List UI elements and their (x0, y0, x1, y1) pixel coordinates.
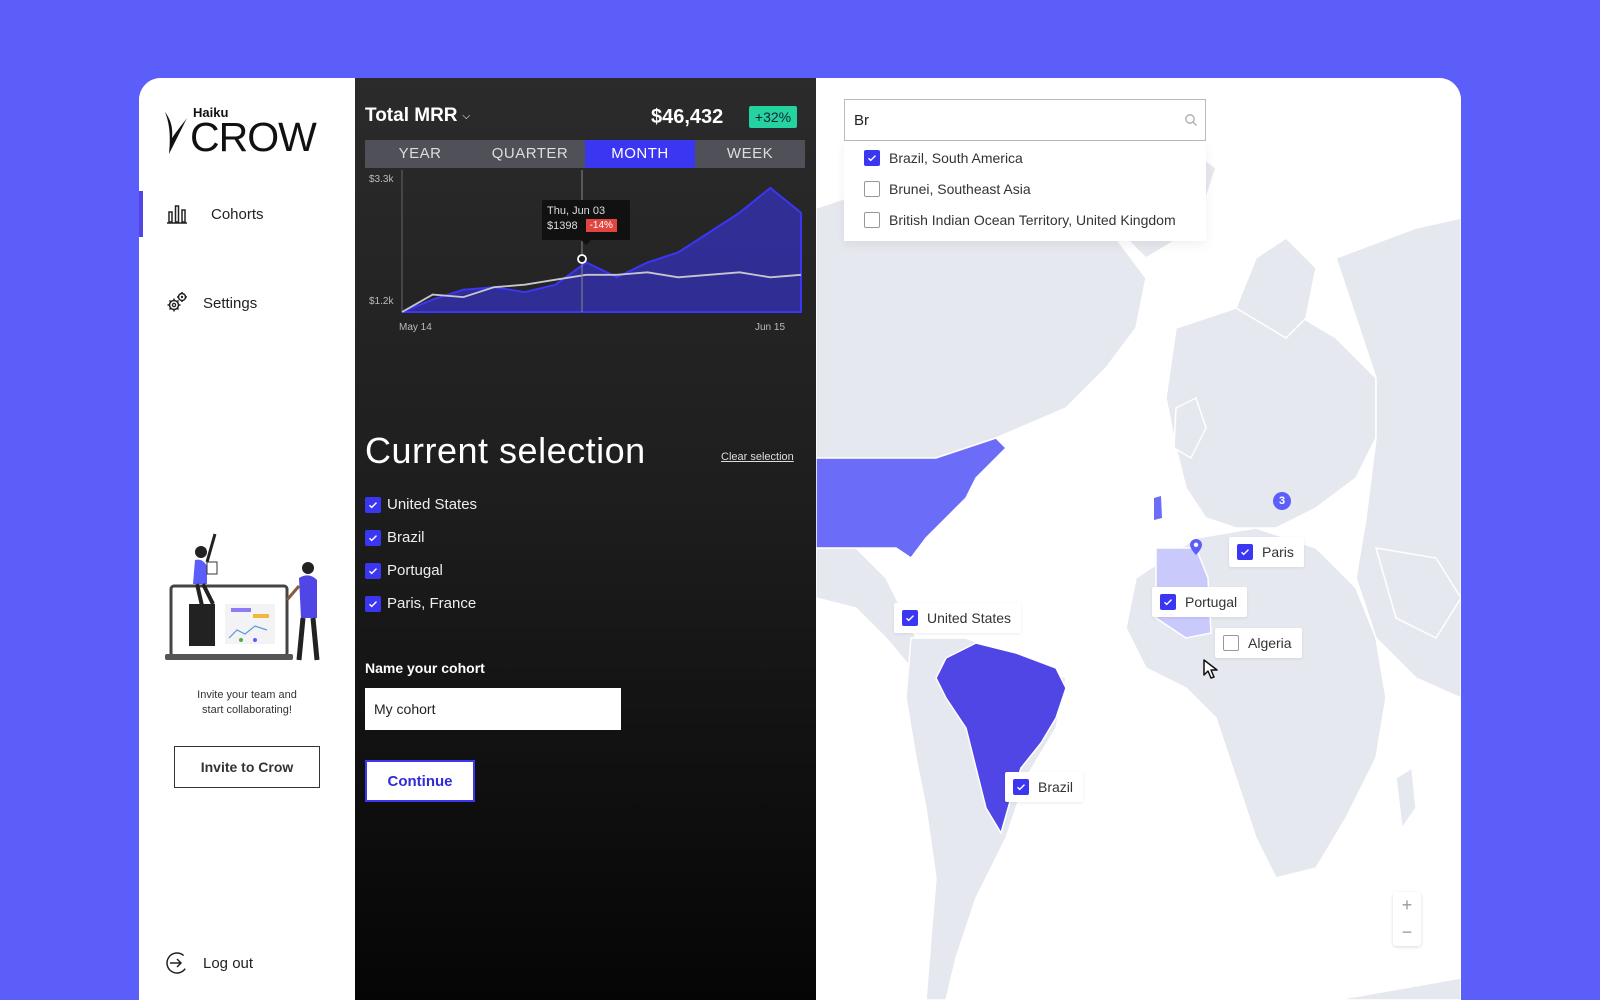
zoom-in-button[interactable]: + (1393, 892, 1421, 919)
selection-item[interactable]: Brazil (365, 521, 477, 554)
selection-item[interactable]: Portugal (365, 554, 477, 587)
crow-logo[interactable]: Haiku CROW (163, 102, 317, 160)
invite-message-line1: Invite your team and (197, 689, 297, 701)
selection-item[interactable]: United States (365, 488, 477, 521)
sidebar: Haiku CROW Cohorts Settings Invite your … (139, 78, 355, 1000)
metric-change-badge: +32% (749, 106, 797, 128)
invite-message-line2: start collaborating! (202, 704, 292, 716)
checkbox-checked-icon[interactable] (902, 610, 918, 626)
tooltip-change-badge: -14% (585, 219, 617, 232)
cohort-name-label: Name your cohort (365, 660, 485, 676)
period-year[interactable]: YEAR (365, 140, 475, 168)
mrr-area-chart[interactable]: $3.3k $1.2k May 14 Jun 15 (365, 170, 805, 340)
map-tag-label: United States (927, 610, 1012, 626)
invite-message: Invite your team and start collaborating… (159, 688, 335, 718)
search-result-item[interactable]: Brazil, South America (864, 148, 1023, 168)
map-tag-paris[interactable]: Paris (1229, 537, 1304, 567)
checkbox-checked-icon[interactable] (365, 562, 381, 579)
active-indicator (139, 191, 143, 237)
checkbox-checked-icon[interactable] (1160, 594, 1176, 610)
invite-button[interactable]: Invite to Crow (174, 746, 320, 788)
checkbox-checked-icon[interactable] (864, 150, 880, 166)
continue-button[interactable]: Continue (365, 760, 475, 802)
logout-button[interactable]: Log out (165, 950, 253, 976)
search-result-item[interactable]: Brunei, Southeast Asia (864, 179, 1031, 199)
checkbox-checked-icon[interactable] (1013, 779, 1029, 795)
map-pin-icon[interactable] (1190, 539, 1202, 555)
period-selector: YEAR QUARTER MONTH WEEK (365, 140, 805, 168)
x-tick-label-end: Jun 15 (755, 322, 785, 333)
tooltip-value: $1398 (547, 219, 578, 232)
app-window: Haiku CROW Cohorts Settings Invite your … (139, 78, 1461, 1000)
logout-icon (166, 952, 188, 974)
team-collaboration-illustration (165, 533, 320, 661)
bar-chart-icon (167, 205, 187, 224)
country-search-input[interactable] (844, 99, 1206, 141)
map-tag-label: Brazil (1038, 779, 1074, 795)
world-map[interactable]: Brazil, South America Brunei, Southeast … (816, 78, 1461, 1000)
checkbox-unchecked-icon[interactable] (864, 181, 880, 197)
metric-value: $46,432 (651, 106, 724, 128)
selection-item[interactable]: Paris, France (365, 587, 477, 620)
period-week[interactable]: WEEK (695, 140, 805, 168)
search-result-label: Brazil, South America (889, 150, 1023, 166)
selection-title: Current selection (365, 430, 646, 471)
hover-point (577, 254, 587, 264)
chevron-down-icon: ⌵ (462, 110, 471, 122)
search-result-label: British Indian Ocean Territory, United K… (889, 212, 1176, 228)
selection-item-label: Brazil (387, 529, 425, 546)
feather-logo-icon (165, 112, 187, 154)
mouse-cursor-icon (1203, 659, 1218, 679)
sidebar-item-label: Cohorts (211, 206, 264, 223)
sidebar-item-cohorts[interactable]: Cohorts (139, 191, 355, 237)
chart-tooltip: Thu, Jun 03 $1398 -14% (542, 200, 630, 245)
selection-item-label: United States (387, 496, 478, 513)
y-tick-label-top: $3.3k (369, 174, 394, 185)
logout-label: Log out (203, 954, 254, 972)
checkbox-checked-icon[interactable] (365, 529, 381, 546)
selection-item-label: Portugal (387, 562, 443, 579)
logo-wordmark: CROW (190, 114, 317, 160)
tooltip-date: Thu, Jun 03 (547, 205, 606, 217)
checkbox-checked-icon[interactable] (365, 496, 381, 513)
map-tag-label: Paris (1262, 544, 1294, 560)
search-results-dropdown: Brazil, South America Brunei, Southeast … (844, 141, 1206, 241)
selection-list: United States Brazil Portugal Paris, Fra… (365, 488, 477, 620)
portugal-region[interactable] (1154, 496, 1162, 520)
zoom-controls: + − (1393, 892, 1421, 946)
map-tag-united-states[interactable]: United States (894, 603, 1022, 633)
selection-item-label: Paris, France (387, 595, 477, 612)
y-tick-label-bottom: $1.2k (369, 296, 394, 307)
clear-selection-link[interactable]: Clear selection (721, 451, 794, 463)
sidebar-item-settings[interactable]: Settings (139, 280, 355, 326)
checkbox-checked-icon[interactable] (365, 595, 381, 612)
metrics-panel: Total MRR ⌵ $46,432 +32% YEAR QUARTER MO… (355, 78, 816, 1000)
period-quarter[interactable]: QUARTER (475, 140, 585, 168)
zoom-out-button[interactable]: − (1393, 919, 1421, 946)
gears-icon (167, 292, 187, 312)
map-tag-portugal[interactable]: Portugal (1152, 587, 1248, 617)
period-month[interactable]: MONTH (585, 140, 695, 168)
map-tag-brazil[interactable]: Brazil (1005, 772, 1084, 802)
location-cluster-badge[interactable]: 3 (1273, 492, 1291, 510)
x-tick-label-start: May 14 (399, 322, 432, 333)
search-result-label: Brunei, Southeast Asia (889, 181, 1031, 197)
metric-title: Total MRR (365, 105, 458, 126)
map-tag-label: Algeria (1248, 635, 1292, 651)
search-result-item[interactable]: British Indian Ocean Territory, United K… (864, 210, 1176, 230)
cohort-name-input[interactable] (365, 688, 621, 730)
metric-selector[interactable]: Total MRR ⌵ (365, 105, 470, 127)
map-tag-label: Portugal (1185, 594, 1238, 610)
search-icon (1185, 114, 1197, 126)
checkbox-checked-icon[interactable] (1237, 544, 1253, 560)
checkbox-unchecked-icon[interactable] (1223, 635, 1239, 651)
map-land (816, 137, 1461, 1000)
sidebar-item-label: Settings (203, 295, 258, 312)
checkbox-unchecked-icon[interactable] (864, 212, 880, 228)
map-tag-algeria[interactable]: Algeria (1215, 628, 1302, 658)
